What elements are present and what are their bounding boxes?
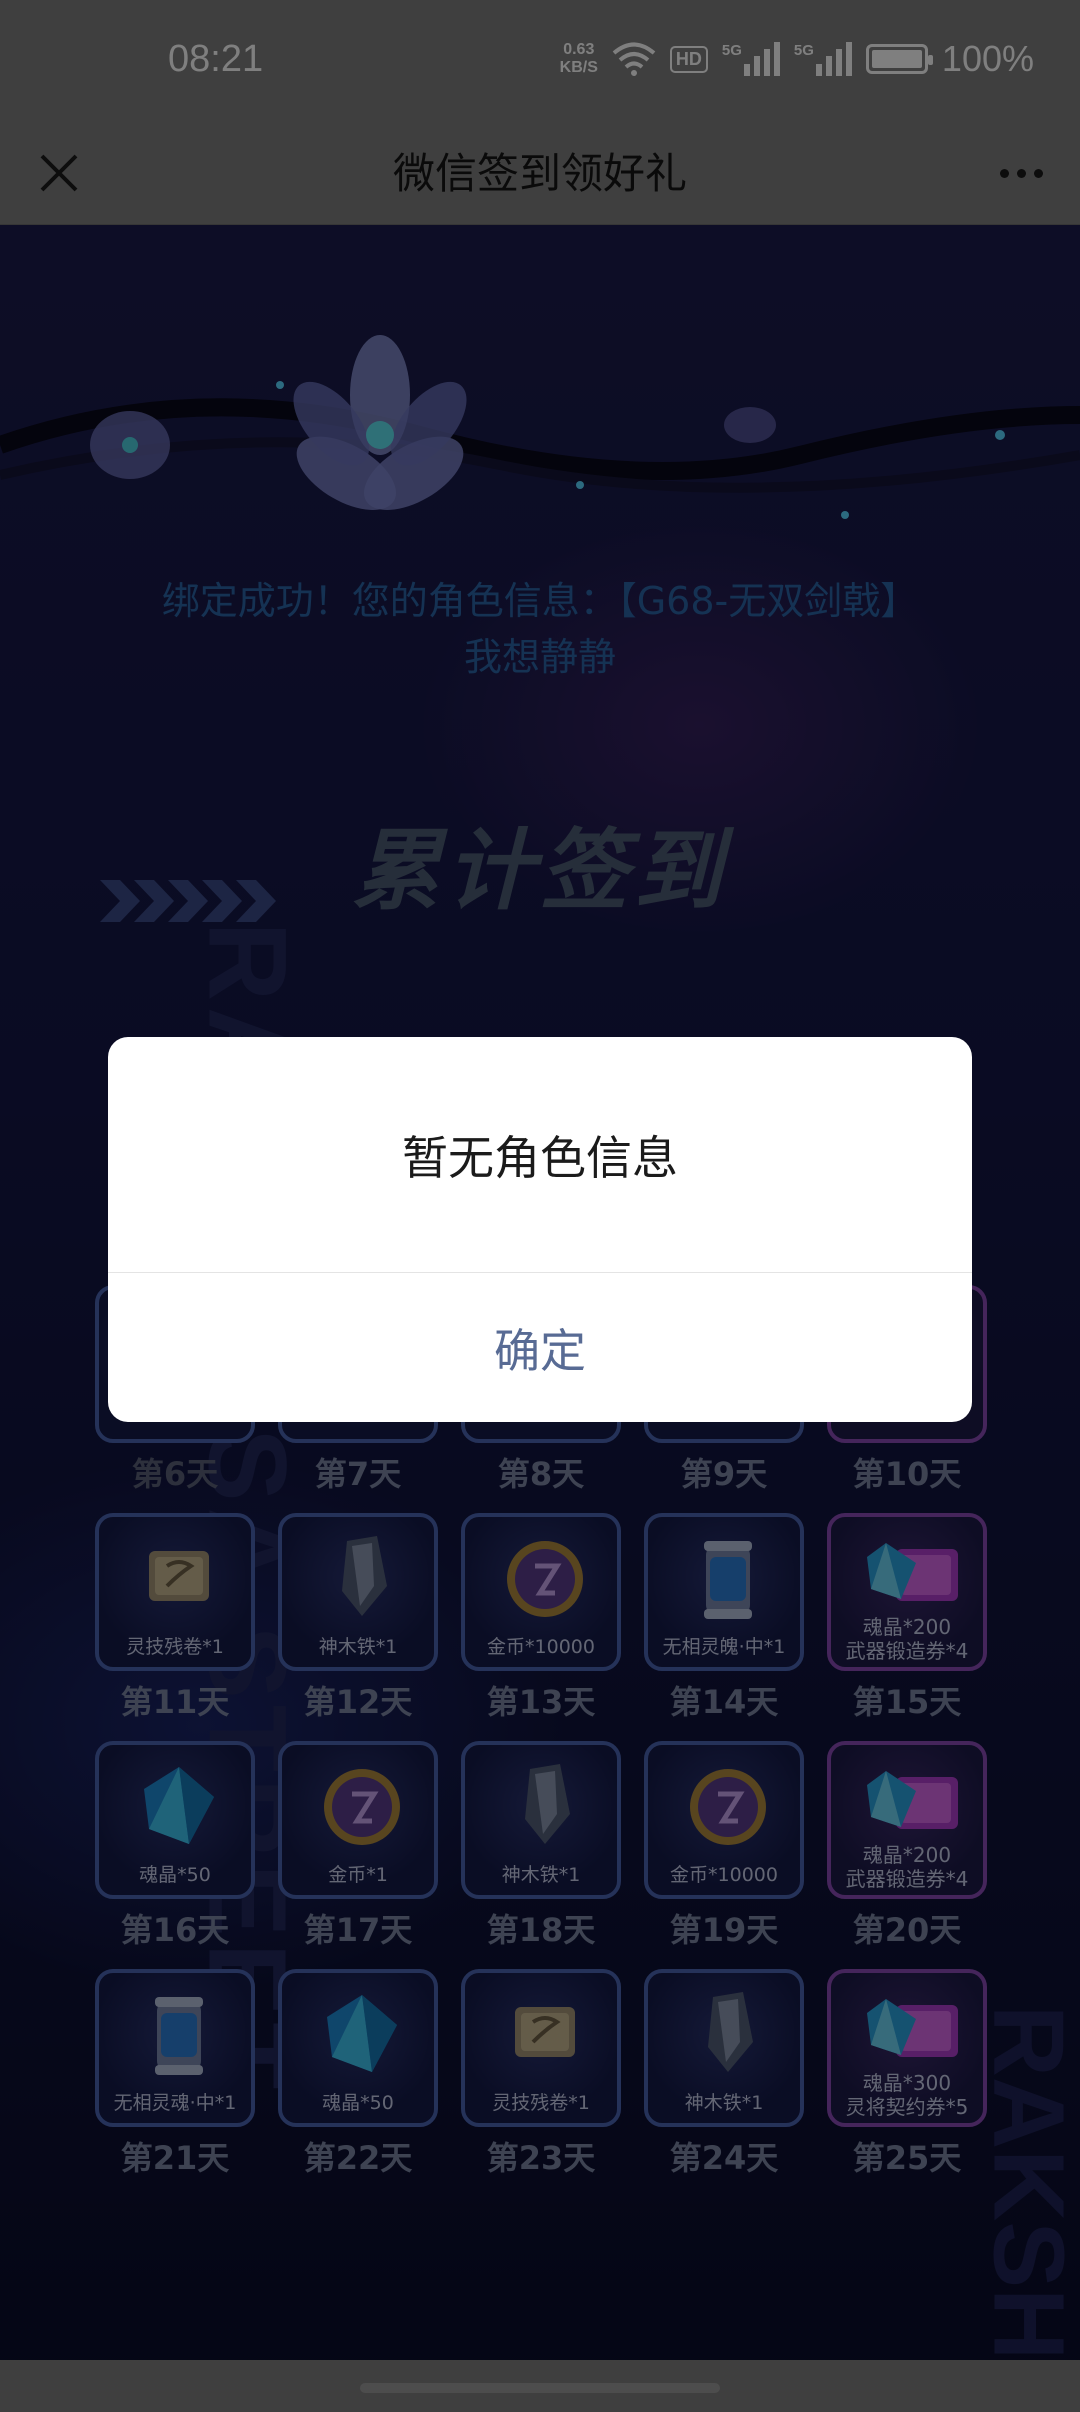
confirm-button[interactable]: 确定 (108, 1273, 972, 1422)
dialog-message: 暂无角色信息 (108, 1037, 972, 1273)
alert-dialog: 暂无角色信息 确定 (108, 1037, 972, 1422)
modal-overlay[interactable]: 暂无角色信息 确定 (0, 0, 1080, 2412)
